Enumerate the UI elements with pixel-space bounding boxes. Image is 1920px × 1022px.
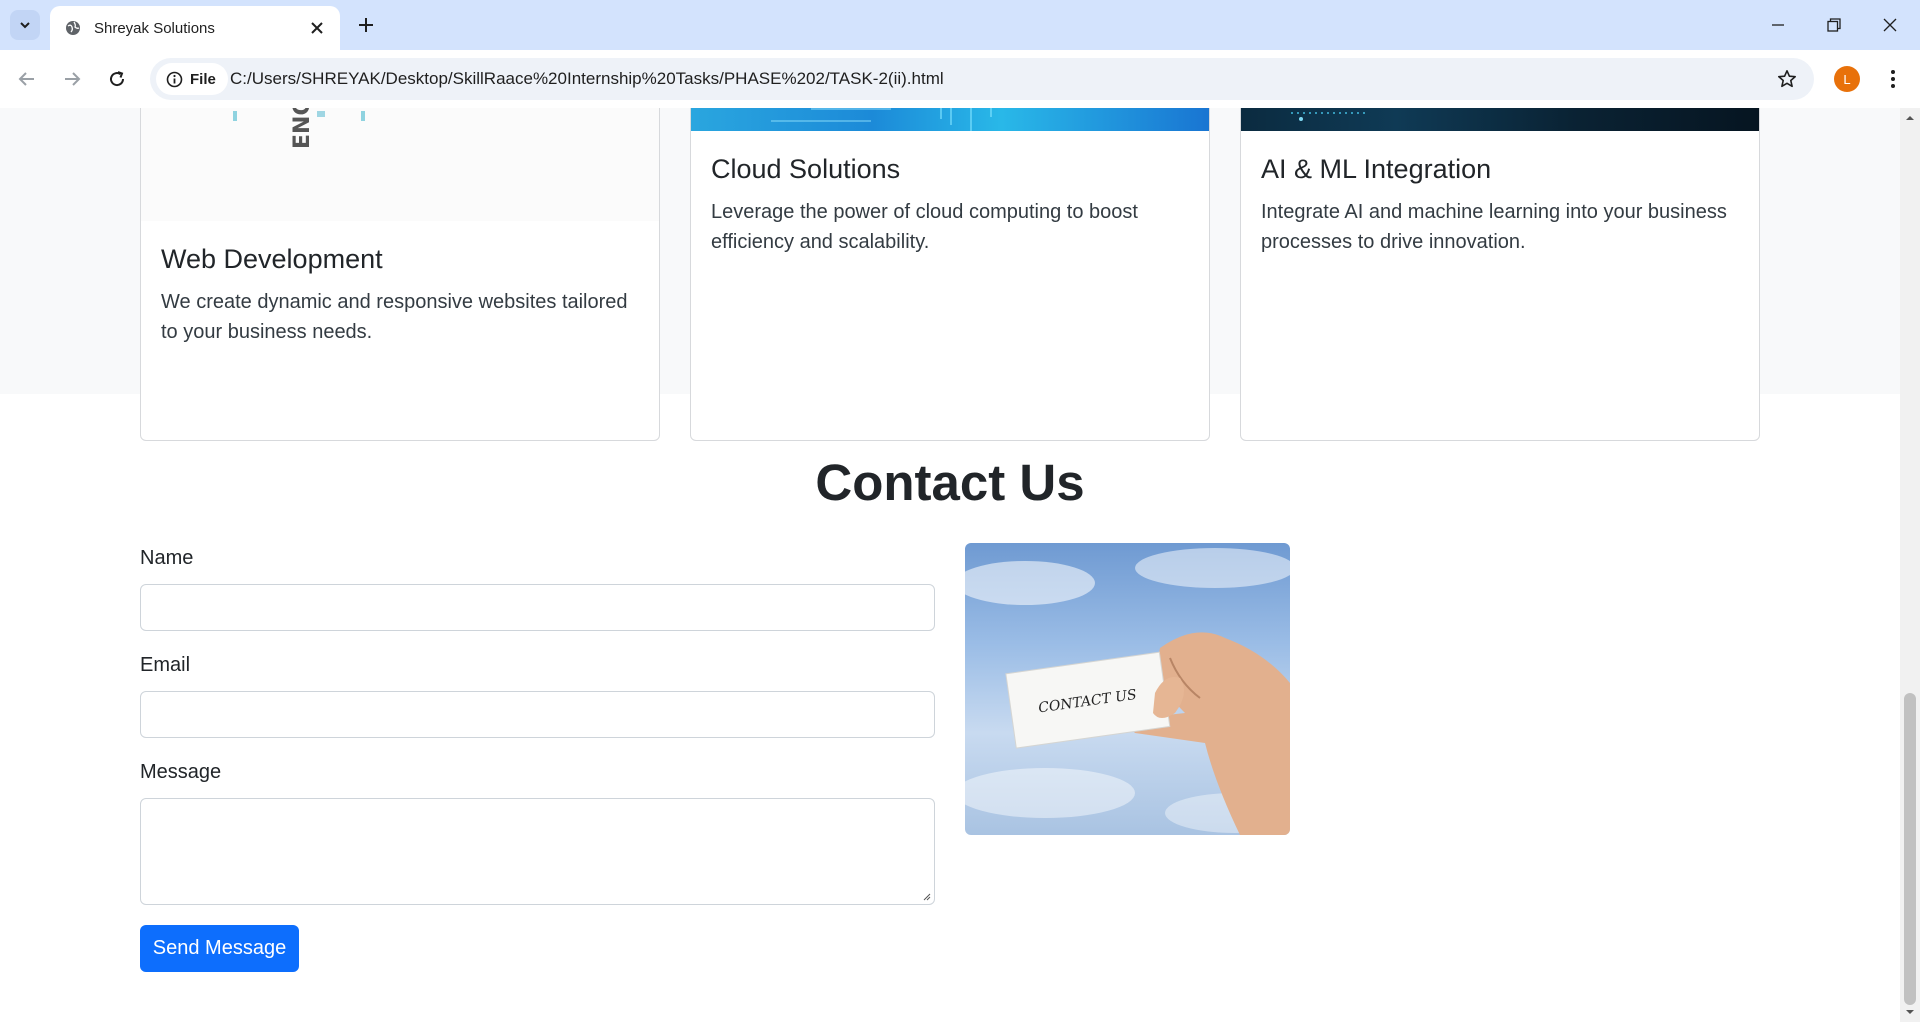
site-info-chip[interactable]: File <box>156 63 228 95</box>
message-label: Message <box>140 761 222 783</box>
send-message-button[interactable]: Send Message <box>140 925 299 972</box>
forward-arrow-icon <box>65 72 81 86</box>
forward-button[interactable] <box>55 62 89 96</box>
url-text[interactable]: C:/Users/SHREYAK/Desktop/SkillRaace%20In… <box>230 69 944 89</box>
web-development-image: ENG <box>141 108 659 221</box>
window-close-icon <box>1883 18 1897 32</box>
address-bar[interactable]: File C:/Users/SHREYAK/Desktop/SkillRaace… <box>150 58 1814 100</box>
tab-search-button[interactable] <box>10 10 40 40</box>
cloud-solutions-image <box>691 108 1209 131</box>
service-card-web-development: ENG Web Development We create dynamic an… <box>140 108 660 441</box>
browser-toolbar: File C:/Users/SHREYAK/Desktop/SkillRaace… <box>0 50 1920 108</box>
email-input[interactable] <box>140 691 935 738</box>
scroll-thumb[interactable] <box>1904 693 1916 1005</box>
info-icon <box>166 71 183 87</box>
card-text-web-development: We create dynamic and responsive website… <box>161 291 628 344</box>
restore-icon <box>1827 18 1841 32</box>
ai-ml-image <box>1241 108 1759 131</box>
globe-icon <box>64 19 82 37</box>
window-close-button[interactable] <box>1862 0 1918 50</box>
page-viewport: ENG Web Development We create dynamic an… <box>0 108 1920 1022</box>
name-label: Name <box>140 547 194 569</box>
name-input[interactable] <box>140 584 935 631</box>
plus-icon <box>359 18 373 32</box>
file-chip-label: File <box>190 70 216 88</box>
tab-list-icon <box>20 22 30 29</box>
contact-title: Contact Us <box>815 454 1085 511</box>
kebab-menu-icon <box>1891 70 1895 88</box>
browser-menu-button[interactable] <box>1878 62 1908 96</box>
service-card-ai-ml: AI & ML Integration Integrate AI and mac… <box>1240 108 1760 441</box>
card-title-cloud-solutions: Cloud Solutions <box>711 154 901 184</box>
card-text-ai-ml: Integrate AI and machine learning into y… <box>1261 201 1727 254</box>
web-image-text: ENG <box>290 108 315 149</box>
minimize-icon <box>1772 24 1784 26</box>
star-icon <box>1778 70 1796 88</box>
card-text-cloud-solutions: Leverage the power of cloud computing to… <box>711 201 1138 254</box>
email-label: Email <box>140 654 191 676</box>
contact-us-image: CONTACT US <box>965 543 1290 835</box>
reload-button[interactable] <box>100 62 134 96</box>
message-textarea[interactable] <box>140 798 935 905</box>
close-icon[interactable] <box>306 17 328 39</box>
restore-button[interactable] <box>1806 0 1862 50</box>
tab-title: Shreyak Solutions <box>94 19 215 37</box>
resize-handle-icon[interactable] <box>921 891 931 901</box>
card-title-web-development: Web Development <box>161 244 383 274</box>
active-tab[interactable]: Shreyak Solutions <box>50 6 340 50</box>
browser-tab-strip: Shreyak Solutions <box>0 0 1920 50</box>
scroll-down-arrow-icon[interactable] <box>1904 1006 1916 1018</box>
reload-icon <box>110 71 125 87</box>
bookmark-button[interactable] <box>1772 64 1802 94</box>
service-card-cloud-solutions: Cloud Solutions Leverage the power of cl… <box>690 108 1210 441</box>
back-button[interactable] <box>10 62 44 96</box>
back-arrow-icon <box>18 72 34 86</box>
services-section: ENG Web Development We create dynamic an… <box>0 108 1900 441</box>
profile-avatar[interactable]: L <box>1834 66 1860 92</box>
minimize-button[interactable] <box>1750 0 1806 50</box>
page-scrollbar[interactable] <box>1900 108 1920 1022</box>
scroll-up-arrow-icon[interactable] <box>1904 112 1916 124</box>
card-title-ai-ml: AI & ML Integration <box>1261 154 1492 184</box>
new-tab-button[interactable] <box>352 11 380 39</box>
